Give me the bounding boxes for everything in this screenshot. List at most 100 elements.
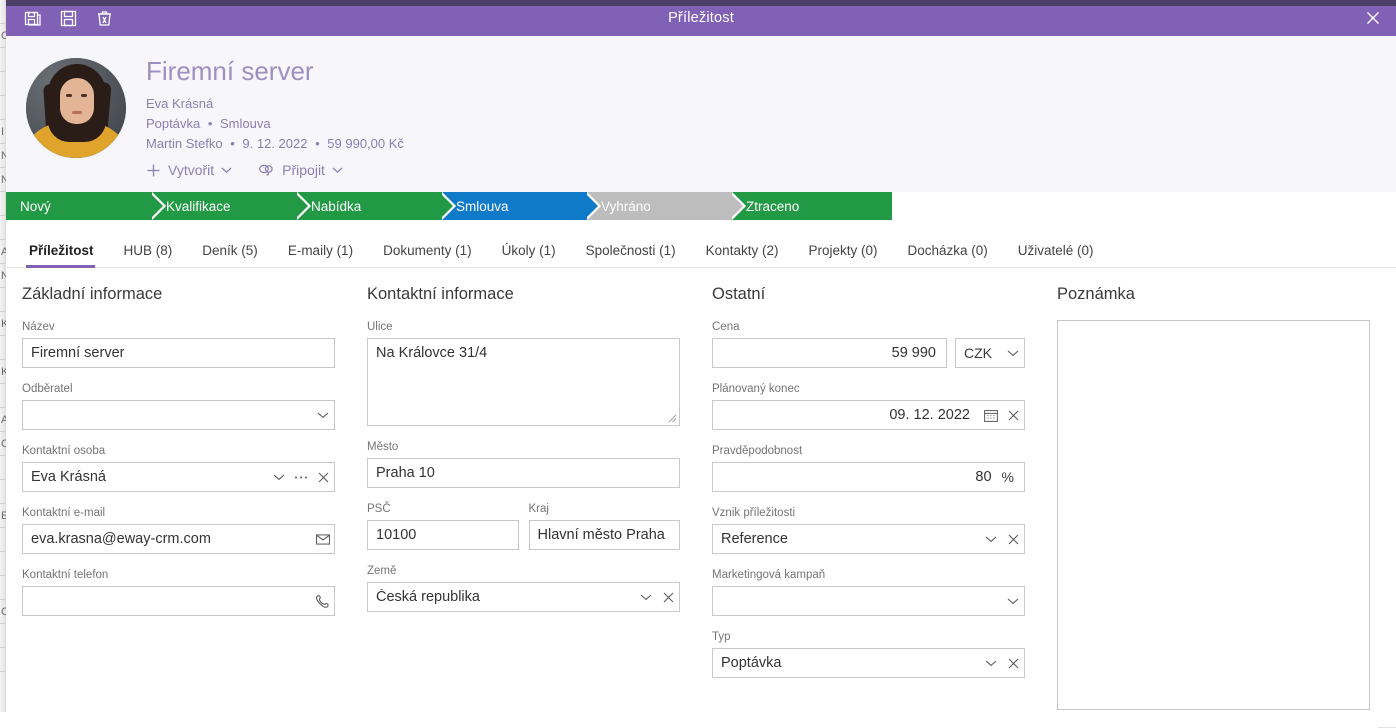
street-textarea-wrap[interactable]: Na Královce 31/4 — [367, 338, 680, 426]
delete-icon[interactable] — [91, 5, 117, 31]
price-input[interactable] — [713, 339, 946, 367]
tab-label: Projekty (0) — [808, 243, 878, 258]
tab-bar: Příležitost HUB (8) Deník (5) E-maily (1) Do… — [6, 230, 1396, 268]
section-note: Poznámka — [1041, 284, 1386, 710]
create-button[interactable]: Vytvořit — [146, 162, 232, 178]
campaign-combobox[interactable] — [712, 586, 1025, 616]
customer-input[interactable] — [23, 401, 312, 429]
origin-input[interactable] — [713, 525, 980, 553]
chevron-down-icon[interactable] — [980, 525, 1002, 553]
chevron-down-icon[interactable] — [1002, 339, 1024, 367]
tab-p-le-itost[interactable]: Příležitost — [26, 243, 109, 268]
form-body: Základní informace Název Odběratel Konta… — [6, 268, 1396, 710]
stage-vyhr-no[interactable]: Vyhráno — [587, 192, 746, 220]
field-probability: Pravděpodobnost % — [712, 444, 1025, 492]
stage-nab-dka[interactable]: Nabídka — [297, 192, 456, 220]
save-and-new-icon[interactable] — [19, 5, 45, 31]
field-label-contact-person: Kontaktní osoba — [22, 445, 106, 457]
record-header-text: Firemní server Eva Krásná Poptávka • Sml… — [146, 50, 404, 192]
tab-spole-nosti-1[interactable]: Společnosti (1) — [571, 243, 691, 267]
envelope-icon[interactable] — [312, 525, 334, 553]
tab-hub-8[interactable]: HUB (8) — [109, 243, 188, 267]
tab--koly-1[interactable]: Úkoly (1) — [487, 243, 571, 267]
contact-email-input-wrap[interactable] — [22, 524, 335, 554]
contact-person-combobox[interactable] — [22, 462, 335, 492]
contact-email-input[interactable] — [23, 525, 312, 553]
title-bar: Příležitost — [6, 0, 1396, 36]
tab-label: Úkoly (1) — [501, 243, 556, 258]
attach-button[interactable]: Připojit — [258, 162, 343, 178]
chevron-down-icon[interactable] — [312, 401, 334, 429]
street-textarea[interactable]: Na Královce 31/4 — [368, 339, 679, 425]
country-combobox[interactable] — [367, 582, 680, 612]
zip-input[interactable] — [368, 521, 518, 549]
phone-icon[interactable] — [312, 587, 334, 615]
tab-dokumenty-1[interactable]: Dokumenty (1) — [368, 243, 487, 267]
section-title-contact: Kontaktní informace — [367, 285, 514, 303]
field-origin: Vznik příležitosti — [712, 506, 1025, 554]
stage-nov-[interactable]: Nový — [6, 192, 166, 220]
section-title-other: Ostatní — [712, 285, 766, 303]
close-icon[interactable] — [1350, 0, 1396, 36]
field-zip: PSČ — [367, 502, 519, 550]
city-input-wrap[interactable] — [367, 458, 680, 488]
clear-icon[interactable] — [1002, 401, 1024, 429]
field-label-origin: Vznik příležitosti — [712, 507, 796, 519]
tab-doch-zka-0[interactable]: Docházka (0) — [892, 243, 1002, 267]
region-input-wrap[interactable] — [528, 520, 680, 550]
stage-label: Nový — [20, 198, 51, 214]
stage-smlouva[interactable]: Smlouva — [442, 192, 601, 220]
country-input[interactable] — [368, 583, 635, 611]
stage-kvalifikace[interactable]: Kvalifikace — [152, 192, 311, 220]
type-input[interactable] — [713, 649, 980, 677]
meta-separator: • — [207, 116, 213, 131]
currency-combobox[interactable]: CZK — [955, 338, 1025, 368]
planned-end-datepicker[interactable] — [712, 400, 1025, 430]
tab-label: E-maily (1) — [287, 243, 354, 258]
clear-icon[interactable] — [312, 463, 334, 491]
zip-input-wrap[interactable] — [367, 520, 519, 550]
note-textarea[interactable] — [1058, 321, 1369, 709]
name-input-wrap[interactable] — [22, 338, 335, 368]
more-options-icon[interactable] — [290, 463, 312, 491]
region-input[interactable] — [529, 521, 679, 549]
origin-combobox[interactable] — [712, 524, 1025, 554]
planned-end-input[interactable] — [713, 401, 980, 429]
save-icon[interactable] — [55, 5, 81, 31]
tab-e-maily-1[interactable]: E-maily (1) — [273, 243, 368, 267]
note-textarea-wrap[interactable] — [1057, 320, 1370, 710]
section-contact-information: Kontaktní informace Ulice Na Královce 31… — [351, 284, 696, 710]
tab-label: Společnosti (1) — [585, 243, 676, 258]
name-input[interactable] — [23, 339, 334, 367]
campaign-input[interactable] — [713, 587, 1002, 615]
chevron-down-icon[interactable] — [1002, 587, 1024, 615]
contact-phone-input-wrap[interactable] — [22, 586, 335, 616]
contact-person-input[interactable] — [23, 463, 268, 491]
price-input-wrap[interactable] — [712, 338, 947, 368]
chevron-down-icon[interactable] — [980, 649, 1002, 677]
tab-kontakty-2[interactable]: Kontakty (2) — [691, 243, 794, 267]
tab-label: Kontakty (2) — [705, 243, 779, 258]
field-zip-region-row: PSČ Kraj — [367, 502, 680, 550]
probability-input-wrap[interactable]: % — [712, 462, 1025, 492]
chevron-down-icon[interactable] — [635, 583, 657, 611]
chevron-down-icon — [332, 166, 343, 174]
tab-projekty-0[interactable]: Projekty (0) — [793, 243, 892, 267]
customer-combobox[interactable] — [22, 400, 335, 430]
clear-icon[interactable] — [1002, 649, 1024, 677]
type-combobox[interactable] — [712, 648, 1025, 678]
record-header: Firemní server Eva Krásná Poptávka • Sml… — [6, 36, 1396, 192]
calendar-icon[interactable] — [980, 401, 1002, 429]
meta-owner: Martin Stefko — [146, 136, 223, 151]
create-button-label: Vytvořit — [168, 162, 215, 178]
tab-u-ivatel-0[interactable]: Uživatelé (0) — [1003, 243, 1109, 267]
contact-phone-input[interactable] — [23, 587, 312, 615]
clear-icon[interactable] — [657, 583, 679, 611]
stage-ztraceno[interactable]: Ztraceno — [732, 192, 892, 220]
chevron-down-icon[interactable] — [268, 463, 290, 491]
clear-icon[interactable] — [1002, 525, 1024, 553]
city-input[interactable] — [368, 459, 679, 487]
probability-input[interactable] — [713, 463, 1002, 491]
plus-icon — [146, 163, 161, 178]
tab-den-k-5[interactable]: Deník (5) — [187, 243, 273, 267]
